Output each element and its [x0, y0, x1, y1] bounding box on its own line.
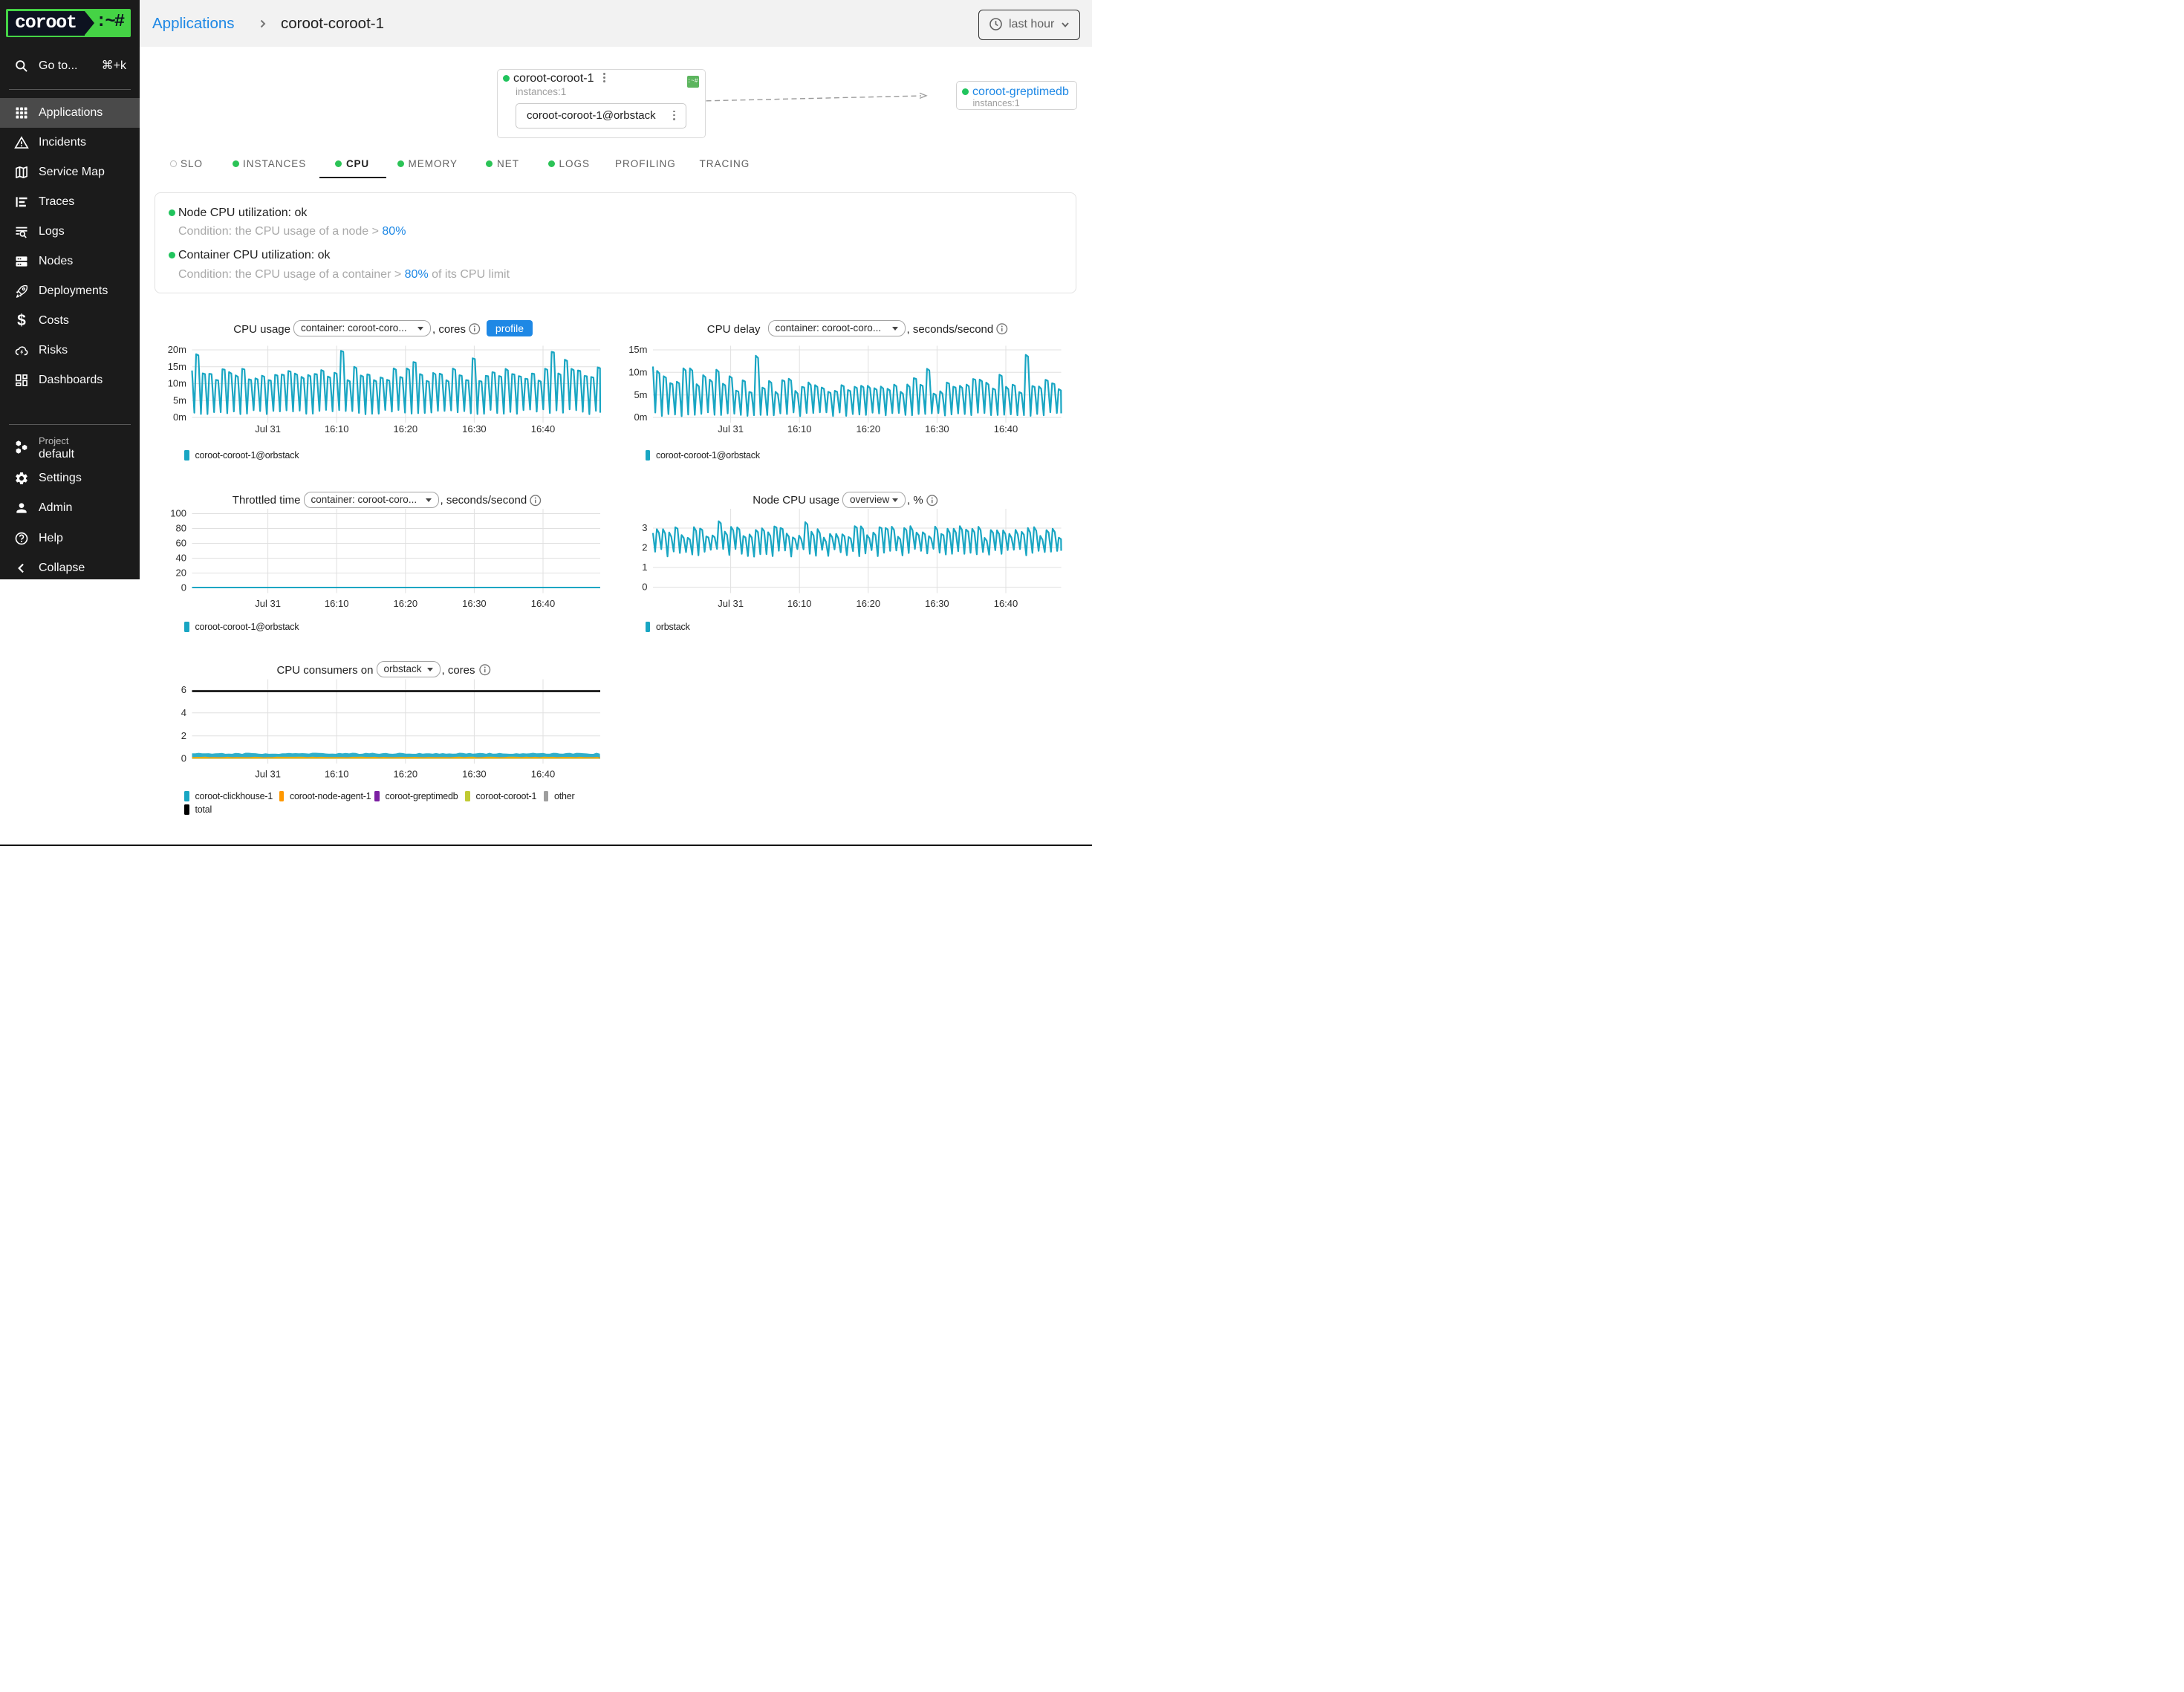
svg-text:3: 3 [642, 522, 647, 533]
svg-text:40: 40 [176, 553, 186, 564]
svg-text:100: 100 [170, 508, 186, 519]
svg-text:60: 60 [176, 538, 186, 549]
svg-text:80: 80 [176, 523, 186, 534]
svg-text:Jul 31: Jul 31 [255, 423, 281, 435]
svg-text:4: 4 [181, 707, 186, 718]
svg-text:16:10: 16:10 [787, 423, 812, 435]
svg-text:16:30: 16:30 [462, 598, 487, 609]
svg-text:16:20: 16:20 [394, 769, 418, 780]
svg-text:16:40: 16:40 [994, 598, 1018, 609]
svg-text:0: 0 [181, 582, 186, 593]
svg-text:16:30: 16:30 [462, 769, 487, 780]
svg-text:Jul 31: Jul 31 [718, 423, 744, 435]
svg-text:16:10: 16:10 [325, 769, 349, 780]
svg-text:20: 20 [176, 567, 186, 579]
svg-text:6: 6 [181, 684, 186, 695]
svg-text:2: 2 [181, 730, 186, 741]
svg-text:10m: 10m [628, 367, 647, 378]
svg-text:16:10: 16:10 [325, 423, 349, 435]
svg-text:16:30: 16:30 [925, 598, 949, 609]
svg-text:16:20: 16:20 [857, 598, 881, 609]
svg-text:16:10: 16:10 [325, 598, 349, 609]
svg-text:0: 0 [642, 582, 647, 593]
svg-text:16:20: 16:20 [857, 423, 881, 435]
svg-text:Jul 31: Jul 31 [255, 598, 281, 609]
svg-text:16:40: 16:40 [531, 769, 556, 780]
svg-text:Jul 31: Jul 31 [718, 598, 744, 609]
svg-text:16:20: 16:20 [394, 423, 418, 435]
svg-text:16:10: 16:10 [787, 598, 812, 609]
svg-text:Jul 31: Jul 31 [255, 769, 281, 780]
svg-text:15m: 15m [628, 344, 647, 355]
svg-text:5m: 5m [173, 394, 186, 406]
svg-text:0m: 0m [173, 411, 186, 423]
svg-text:1: 1 [642, 562, 647, 573]
svg-text:20m: 20m [168, 344, 186, 355]
svg-text:15m: 15m [168, 361, 186, 372]
svg-text:2: 2 [642, 542, 647, 553]
svg-text:16:40: 16:40 [994, 423, 1018, 435]
svg-text:16:20: 16:20 [394, 598, 418, 609]
svg-text:16:40: 16:40 [531, 598, 556, 609]
svg-text:16:30: 16:30 [462, 423, 487, 435]
svg-text:16:30: 16:30 [925, 423, 949, 435]
svg-text:16:40: 16:40 [531, 423, 556, 435]
svg-text:0: 0 [181, 753, 186, 764]
svg-text:10m: 10m [168, 378, 186, 389]
svg-text:5m: 5m [634, 389, 647, 400]
svg-text:0m: 0m [634, 411, 647, 423]
